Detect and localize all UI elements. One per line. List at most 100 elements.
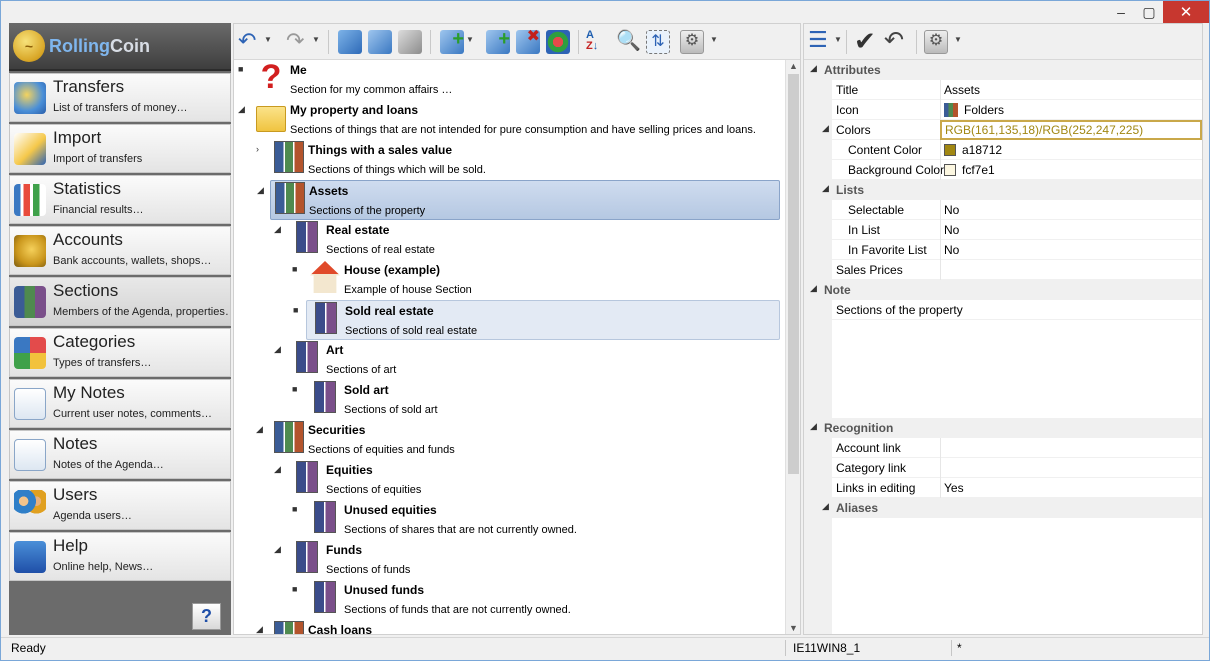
expander-icon[interactable]: ■ <box>293 305 301 315</box>
property-value[interactable] <box>940 438 1202 458</box>
property-row[interactable]: Title Assets <box>804 80 1202 100</box>
tree-node[interactable]: ■? Me Section for my common affairs … <box>238 60 780 100</box>
property-value[interactable]: No <box>940 200 1202 220</box>
property-expander-icon[interactable]: ◢ <box>822 123 829 134</box>
property-value[interactable]: RGB(161,135,18)/RGB(252,247,225) <box>940 120 1202 140</box>
add-button[interactable]: + <box>440 29 464 54</box>
nav-item-users[interactable]: Users Agenda users… <box>9 481 231 530</box>
property-value[interactable] <box>940 458 1202 478</box>
tree-node[interactable]: ◢ Equities Sections of equities <box>274 460 780 500</box>
maximize-button[interactable]: ▢ <box>1135 1 1163 23</box>
expander-icon[interactable]: ◢ <box>257 185 265 196</box>
property-row[interactable]: Account link <box>804 438 1202 458</box>
property-row[interactable]: In Favorite List No <box>804 240 1202 260</box>
property-expander-icon[interactable]: ◢ <box>810 421 817 432</box>
expander-icon[interactable]: ■ <box>292 584 300 594</box>
property-value[interactable]: Folders <box>940 100 1202 120</box>
expander-icon[interactable]: ◢ <box>238 104 246 115</box>
nav-item-categories[interactable]: Categories Types of transfers… <box>9 328 231 377</box>
property-row[interactable]: Category link <box>804 458 1202 478</box>
expander-icon[interactable]: ◢ <box>274 344 282 355</box>
nav-item-sections[interactable]: Sections Members of the Agenda, propertie… <box>9 277 231 326</box>
paste-button[interactable] <box>398 30 422 54</box>
property-value[interactable]: No <box>940 220 1202 240</box>
scrollbar-thumb[interactable] <box>788 74 799 474</box>
expander-icon[interactable]: ◢ <box>274 464 282 475</box>
undo-button[interactable]: ↶ <box>238 30 262 54</box>
tree-node[interactable]: ■ Unused equities Sections of shares that … <box>292 500 780 540</box>
expander-icon[interactable]: › <box>256 144 264 154</box>
property-row[interactable]: Sales Prices <box>804 260 1202 280</box>
filter-button[interactable]: ⇅ <box>646 30 670 54</box>
tree-node[interactable]: ◢ Art Sections of art <box>274 340 780 380</box>
nav-item-my-notes[interactable]: My Notes Current user notes, comments… <box>9 379 231 428</box>
expander-icon[interactable]: ◢ <box>256 624 264 634</box>
close-button[interactable]: ✕ <box>1163 1 1209 23</box>
expander-icon[interactable]: ■ <box>238 64 246 74</box>
expander-icon[interactable]: ◢ <box>274 224 282 235</box>
tree-node[interactable]: ◢ Real estate Sections of real estate <box>274 220 780 260</box>
nav-item-help[interactable]: Help Online help, News… <box>9 532 231 581</box>
tree-node[interactable]: ■ Sold real estate Sections of sold real e… <box>293 300 780 340</box>
nav-item-accounts[interactable]: Accounts Bank accounts, wallets, shops… <box>9 226 231 275</box>
property-expander-icon[interactable]: ◢ <box>822 501 829 512</box>
property-expander-icon[interactable]: ◢ <box>822 183 829 194</box>
property-row[interactable]: In List No <box>804 220 1202 240</box>
search-icon[interactable]: 🔍 <box>616 30 641 54</box>
property-expander-icon[interactable]: ◢ <box>810 63 817 74</box>
tree-node[interactable]: ◢ My property and loans Sections of things… <box>238 100 780 140</box>
property-row[interactable]: Icon Folders <box>804 100 1202 120</box>
nav-item-import[interactable]: Import Import of transfers <box>9 124 231 173</box>
cut-button[interactable] <box>368 30 392 54</box>
property-row[interactable]: Background Color fcf7e1 <box>804 160 1202 180</box>
menu-lines-icon[interactable]: ☰ <box>808 29 832 54</box>
tree-node[interactable]: ◢ Funds Sections of funds <box>274 540 780 580</box>
property-row[interactable]: Sections of the property <box>804 300 1202 320</box>
property-row[interactable]: ◢ Colors RGB(161,135,18)/RGB(252,247,225) <box>804 120 1202 140</box>
settings-dropdown-icon[interactable]: ▼ <box>710 35 718 44</box>
property-value[interactable]: fcf7e1 <box>940 160 1202 180</box>
properties-gear-icon[interactable]: ⚙ <box>924 30 948 54</box>
property-value[interactable]: a18712 <box>940 140 1202 160</box>
property-row[interactable]: Content Color a18712 <box>804 140 1202 160</box>
help-corner-button[interactable]: ? <box>192 603 221 630</box>
expander-icon[interactable]: ◢ <box>256 424 264 435</box>
tree-node[interactable]: › Things with a sales value Sections of th… <box>256 140 780 180</box>
property-row[interactable]: Selectable No <box>804 200 1202 220</box>
property-value[interactable] <box>940 260 1202 280</box>
scroll-up-icon[interactable]: ▲ <box>789 61 798 71</box>
tree-node[interactable]: ■ Unused funds Sections of funds that are … <box>292 580 780 620</box>
nav-item-notes[interactable]: Notes Notes of the Agenda… <box>9 430 231 479</box>
properties-dropdown-icon[interactable]: ▼ <box>954 35 962 44</box>
add-dropdown-icon[interactable]: ▼ <box>466 35 474 44</box>
redo-button[interactable]: ↷ <box>286 30 310 54</box>
property-expander-icon[interactable]: ◢ <box>810 283 817 294</box>
delete-button[interactable]: ✖ <box>516 29 540 54</box>
nav-item-transfers[interactable]: Transfers List of transfers of money… <box>9 73 231 122</box>
tree-node[interactable]: ■ House (example) Example of house Section <box>292 260 780 300</box>
add-child-button[interactable]: + <box>486 29 510 54</box>
tree-node[interactable]: ◢ Cash loans <box>256 620 780 634</box>
expander-icon[interactable]: ■ <box>292 504 300 514</box>
expander-icon[interactable]: ■ <box>292 384 300 394</box>
tree-scrollbar[interactable]: ▲ ▼ <box>785 60 800 634</box>
tree-node[interactable]: ◢ Securities Sections of equities and fund… <box>256 420 780 460</box>
property-value[interactable]: Assets <box>940 80 1202 100</box>
property-row[interactable]: Links in editing Yes <box>804 478 1202 498</box>
menu-dropdown-icon[interactable]: ▼ <box>834 35 842 44</box>
sort-az-icon[interactable]: A Z↓ <box>586 30 610 54</box>
nav-item-statistics[interactable]: Statistics Financial results… <box>9 175 231 224</box>
revert-icon[interactable]: ↶ <box>884 29 908 54</box>
confirm-check-icon[interactable]: ✔ <box>854 28 878 54</box>
undo-dropdown-icon[interactable]: ▼ <box>264 35 272 44</box>
tree-node[interactable]: ◢ Assets Sections of the property <box>257 180 780 220</box>
expander-icon[interactable]: ◢ <box>274 544 282 555</box>
move-up-button[interactable] <box>338 30 362 54</box>
redo-dropdown-icon[interactable]: ▼ <box>312 35 320 44</box>
expander-icon[interactable]: ■ <box>292 264 300 274</box>
property-value[interactable]: Yes <box>940 478 1202 498</box>
scroll-down-icon[interactable]: ▼ <box>789 623 798 633</box>
colors-button[interactable] <box>546 30 570 54</box>
minimize-button[interactable]: – <box>1107 1 1135 23</box>
settings-gear-icon[interactable]: ⚙ <box>680 30 704 54</box>
